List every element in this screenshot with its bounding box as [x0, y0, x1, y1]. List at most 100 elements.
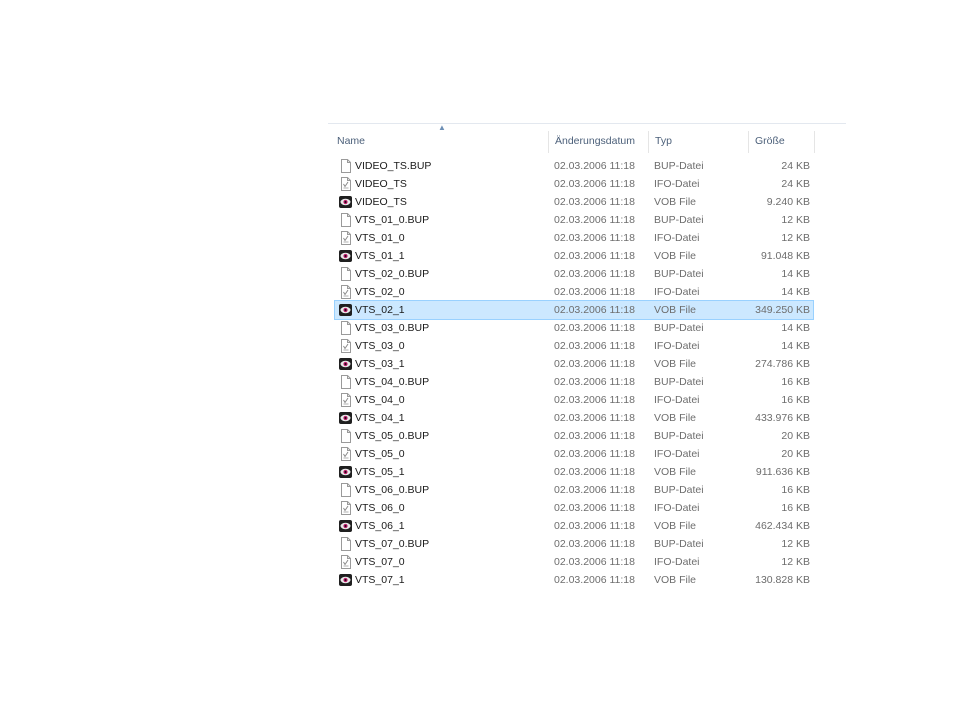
file-row[interactable]: VTS_03_0 02.03.2006 11:18 IFO-Datei 14 KB — [335, 337, 813, 355]
file-name: VTS_01_0 — [355, 232, 405, 244]
file-type: IFO-Datei — [654, 286, 700, 298]
file-row-selected[interactable]: VTS_02_1 02.03.2006 11:18 VOB File 349.250 … — [334, 300, 814, 320]
file-row[interactable]: VTS_01_0.BUP 02.03.2006 11:18 BUP-Datei 12 … — [335, 211, 813, 229]
vob-eye-icon — [339, 465, 352, 479]
file-type: VOB File — [654, 304, 697, 316]
file-row[interactable]: VTS_04_0 02.03.2006 11:18 IFO-Datei 16 KB — [335, 391, 813, 409]
blank-file-icon — [339, 483, 352, 497]
file-row[interactable]: VTS_05_0.BUP 02.03.2006 11:18 BUP-Datei 20 … — [335, 427, 813, 445]
blank-file-icon — [339, 159, 352, 173]
file-row[interactable]: VTS_05_0 02.03.2006 11:18 IFO-Datei 20 KB — [335, 445, 813, 463]
file-row[interactable]: VIDEO_TS 02.03.2006 11:18 VOB File 9.240 KB — [335, 193, 813, 211]
blank-file-icon — [339, 267, 352, 281]
file-size: 16 KB — [781, 484, 810, 496]
file-type: BUP-Datei — [654, 538, 704, 550]
file-date: 02.03.2006 11:18 — [554, 520, 635, 532]
file-row[interactable]: VTS_07_0 02.03.2006 11:18 IFO-Datei 12 KB — [335, 553, 813, 571]
file-name: VTS_06_0.BUP — [355, 484, 430, 496]
file-size: 20 KB — [781, 448, 810, 460]
file-row[interactable]: VTS_04_1 02.03.2006 11:18 VOB File 433.976 … — [335, 409, 813, 427]
file-row[interactable]: VIDEO_TS 02.03.2006 11:18 IFO-Datei 24 KB — [335, 175, 813, 193]
file-name: VTS_02_0 — [355, 286, 405, 298]
file-date: 02.03.2006 11:18 — [554, 286, 635, 298]
file-row[interactable]: VTS_01_1 02.03.2006 11:18 VOB File 91.048 K… — [335, 247, 813, 265]
blank-file-icon — [339, 375, 352, 389]
file-row[interactable]: VTS_07_0.BUP 02.03.2006 11:18 BUP-Datei 12 … — [335, 535, 813, 553]
file-row[interactable]: VTS_03_0.BUP 02.03.2006 11:18 BUP-Datei 14 … — [335, 319, 813, 337]
vob-eye-icon — [339, 303, 352, 317]
vob-eye-icon — [339, 519, 352, 533]
file-size: 14 KB — [781, 268, 810, 280]
file-row[interactable]: VTS_06_1 02.03.2006 11:18 VOB File 462.434 … — [335, 517, 813, 535]
file-size: 130.828 KB — [755, 574, 810, 586]
file-name: VTS_04_1 — [355, 412, 405, 424]
file-type: IFO-Datei — [654, 502, 700, 514]
file-date: 02.03.2006 11:18 — [554, 574, 635, 586]
file-row[interactable]: VTS_05_1 02.03.2006 11:18 VOB File 911.636 … — [335, 463, 813, 481]
file-size: 462.434 KB — [755, 520, 810, 532]
file-name: VTS_02_0.BUP — [355, 268, 430, 280]
info-file-icon — [339, 339, 352, 353]
file-type: BUP-Datei — [654, 214, 704, 226]
info-file-icon — [339, 447, 352, 461]
file-date: 02.03.2006 11:18 — [554, 394, 635, 406]
column-header-date-label: Änderungsdatum — [555, 135, 635, 147]
file-type: BUP-Datei — [654, 268, 704, 280]
vob-eye-icon — [339, 249, 352, 263]
file-size: 16 KB — [781, 394, 810, 406]
file-type: IFO-Datei — [654, 178, 700, 190]
file-name: VTS_05_1 — [355, 466, 405, 478]
file-size: 12 KB — [781, 556, 810, 568]
file-type: VOB File — [654, 466, 697, 478]
column-header-size[interactable]: Größe — [749, 129, 815, 155]
sort-ascending-icon: ▲ — [438, 123, 446, 132]
file-date: 02.03.2006 11:18 — [554, 322, 635, 334]
file-row[interactable]: VIDEO_TS.BUP 02.03.2006 11:18 BUP-Datei 24 … — [335, 157, 813, 175]
file-row[interactable]: VTS_03_1 02.03.2006 11:18 VOB File 274.786 … — [335, 355, 813, 373]
file-name: VTS_01_1 — [355, 250, 405, 262]
file-name: VTS_07_0.BUP — [355, 538, 430, 550]
info-file-icon — [339, 285, 352, 299]
file-type: IFO-Datei — [654, 448, 700, 460]
file-date: 02.03.2006 11:18 — [554, 484, 635, 496]
column-header-date[interactable]: Änderungsdatum — [549, 129, 649, 155]
file-size: 16 KB — [781, 502, 810, 514]
file-name: VTS_06_0 — [355, 502, 405, 514]
file-row[interactable]: VTS_02_0 02.03.2006 11:18 IFO-Datei 14 KB — [335, 283, 813, 301]
file-type: VOB File — [654, 250, 697, 262]
file-row[interactable]: VTS_07_1 02.03.2006 11:18 VOB File 130.828 … — [335, 571, 813, 589]
file-rows: VIDEO_TS.BUP 02.03.2006 11:18 BUP-Datei 24 … — [334, 157, 814, 589]
column-header-name[interactable]: ▲ Name — [331, 123, 549, 155]
blank-file-icon — [339, 429, 352, 443]
file-date: 02.03.2006 11:18 — [554, 358, 635, 370]
file-size: 274.786 KB — [755, 358, 810, 370]
vob-eye-icon — [339, 573, 352, 587]
blank-file-icon — [339, 213, 352, 227]
file-type: BUP-Datei — [654, 160, 704, 172]
file-row[interactable]: VTS_04_0.BUP 02.03.2006 11:18 BUP-Datei 16 … — [335, 373, 813, 391]
file-size: 16 KB — [781, 376, 810, 388]
file-name: VTS_02_1 — [355, 304, 405, 316]
file-size: 24 KB — [781, 160, 810, 172]
top-divider — [328, 123, 846, 124]
file-date: 02.03.2006 11:18 — [554, 376, 635, 388]
file-row[interactable]: VTS_06_0.BUP 02.03.2006 11:18 BUP-Datei 16 … — [335, 481, 813, 499]
file-type: VOB File — [654, 520, 697, 532]
file-date: 02.03.2006 11:18 — [554, 340, 635, 352]
file-date: 02.03.2006 11:18 — [554, 304, 635, 316]
column-separator[interactable] — [814, 131, 815, 153]
file-size: 433.976 KB — [755, 412, 810, 424]
column-header-type-label: Typ — [655, 135, 672, 147]
file-date: 02.03.2006 11:18 — [554, 268, 635, 280]
file-row[interactable]: VTS_02_0.BUP 02.03.2006 11:18 BUP-Datei 14 … — [335, 265, 813, 283]
file-type: IFO-Datei — [654, 340, 700, 352]
blank-file-icon — [339, 537, 352, 551]
file-row[interactable]: VTS_06_0 02.03.2006 11:18 IFO-Datei 16 KB — [335, 499, 813, 517]
column-header-type[interactable]: Typ — [649, 129, 749, 155]
file-type: IFO-Datei — [654, 394, 700, 406]
file-date: 02.03.2006 11:18 — [554, 412, 635, 424]
info-file-icon — [339, 177, 352, 191]
file-row[interactable]: VTS_01_0 02.03.2006 11:18 IFO-Datei 12 KB — [335, 229, 813, 247]
file-size: 91.048 KB — [760, 250, 810, 262]
file-type: VOB File — [654, 196, 697, 208]
